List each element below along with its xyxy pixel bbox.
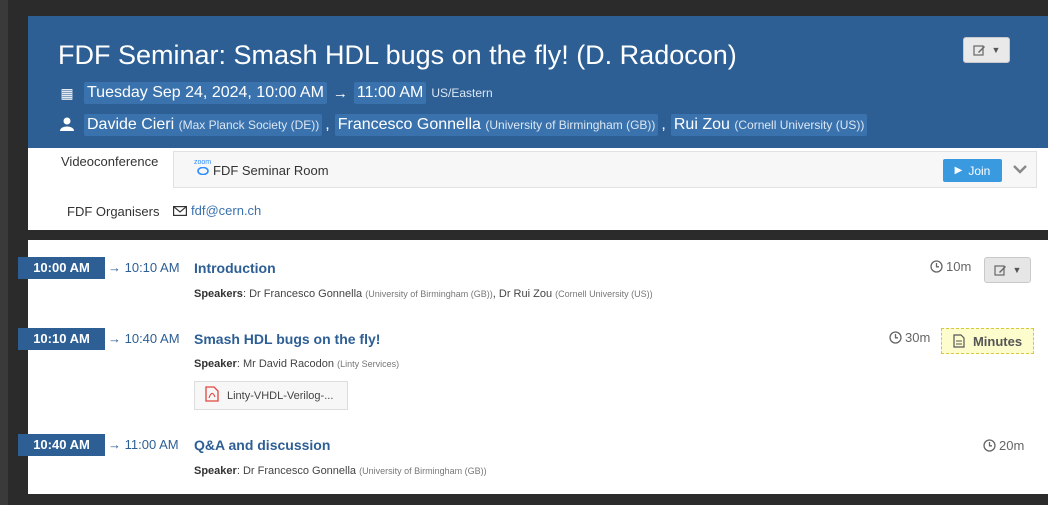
event-start: Tuesday Sep 24, 2024, 10:00 AM [84,82,327,104]
person-chip[interactable]: Rui Zou (Cornell University (US)) [670,114,868,136]
contribution-start-time: 10:40 AM [18,434,105,456]
speaker-affiliation: (Linty Services) [337,359,400,369]
person-affiliation: (Cornell University (US)) [734,118,865,132]
contribution-speakers: Speaker: Mr David Racodon (Linty Service… [194,358,400,370]
edit-icon [972,45,985,56]
timetable-row: 10:40 AM → 11:00 AM Q&A and discussion S… [18,434,1048,484]
attachment-file[interactable]: Linty-VHDL-Verilog-... [194,381,348,410]
edit-contribution-button[interactable]: ▼ [984,257,1031,283]
mail-icon [173,205,187,216]
contribution-speakers: Speakers: Dr Francesco Gonnella (Univers… [194,288,653,300]
speaker-name: Dr Francesco Gonnella [242,465,357,477]
organisers-email[interactable]: fdf@cern.ch [173,203,261,218]
minutes-label: Minutes [972,333,1023,349]
clock-icon [983,439,996,452]
chevron-down-icon[interactable] [1013,161,1027,177]
event-timezone: US/Eastern [431,86,493,100]
timetable-row: 10:00 AM → 10:10 AM Introduction Speaker… [18,257,1048,317]
contribution-start-time: 10:00 AM [18,257,105,279]
event-header: FDF Seminar: Smash HDL bugs on the fly! … [28,16,1048,148]
edit-event-button[interactable]: ▼ [963,37,1010,63]
event-date-line: ▦ Tuesday Sep 24, 2024, 10:00 AM → 11:00… [58,82,493,104]
contribution-speakers: Speaker: Dr Francesco Gonnella (Universi… [194,465,487,477]
clock-icon [930,260,943,273]
person-affiliation: (Max Planck Society (DE)) [178,118,320,132]
event-end: 11:00 AM [353,82,427,104]
event-title: FDF Seminar: Smash HDL bugs on the fly! … [58,40,737,70]
duration-text: 30m [905,330,931,345]
speaker-affiliation: (University of Birmingham (GB)) [365,289,493,299]
person-name: Davide Cieri [87,116,175,133]
minutes-button[interactable]: Minutes [941,328,1034,354]
person-name: Rui Zou [673,116,730,133]
document-icon [953,334,965,348]
speaker-affiliation: (Cornell University (US)) [555,289,653,299]
contribution-start-time: 10:10 AM [18,328,105,350]
join-button[interactable]: ▶ Join [943,159,1002,182]
contribution-end-time: → 11:00 AM [108,437,179,452]
duration-text: 10m [946,259,972,274]
speakers-label: Speaker [194,358,237,370]
event-info-panel: Videoconference zoom FDF Seminar Room ▶ … [28,148,1048,230]
contribution-title[interactable]: Introduction [194,257,276,279]
videoconference-box: zoom FDF Seminar Room ▶ Join [173,151,1037,188]
join-label: Join [968,163,991,178]
people-separator: , [325,116,330,133]
organisers-email-text: fdf@cern.ch [191,203,262,218]
contribution-duration: 30m [889,330,930,345]
contribution-duration: 10m [930,259,971,274]
contribution-end-time: → 10:40 AM [108,331,180,346]
clock-icon [889,331,902,344]
timetable: 10:00 AM → 10:10 AM Introduction Speaker… [18,240,1048,494]
zoom-icon: zoom [194,159,211,178]
calendar-icon: ▦ [60,84,74,101]
arrow-icon: → [332,84,348,102]
speaker-name: Dr Francesco Gonnella [249,288,363,300]
chevron-down-icon: ▼ [1012,265,1022,275]
speaker-name: Mr David Racodon [242,358,335,370]
duration-text: 20m [999,438,1025,453]
person-chip[interactable]: Francesco Gonnella (University of Birmin… [334,114,659,136]
chevron-down-icon: ▼ [991,45,1001,55]
pdf-icon [205,385,219,406]
speaker-name: Dr Rui Zou [498,288,553,300]
timetable-row: 10:10 AM → 10:40 AM Smash HDL bugs on th… [18,328,1048,420]
window-edge [0,0,8,505]
attachment-name: Linty-VHDL-Verilog-... [227,389,334,402]
person-icon [58,117,76,134]
videoconference-label: Videoconference [61,154,159,169]
contribution-title[interactable]: Smash HDL bugs on the fly! [194,328,380,350]
contribution-title[interactable]: Q&A and discussion [194,434,330,456]
person-affiliation: (University of Birmingham (GB)) [485,118,656,132]
person-chip[interactable]: Davide Cieri (Max Planck Society (DE)) [84,114,323,136]
people-separator: , [661,116,666,133]
edit-icon [993,265,1006,276]
speaker-affiliation: (University of Birmingham (GB)) [359,466,487,476]
zoom-logo-text: zoom [194,159,212,166]
contribution-duration: 20m [983,438,1024,453]
event-people: Davide Cieri (Max Planck Society (DE)) ,… [58,114,868,136]
room-name: FDF Seminar Room [213,163,329,178]
speakers-label: Speaker [194,465,237,477]
organisers-label: FDF Organisers [67,204,160,219]
person-name: Francesco Gonnella [337,116,481,133]
contribution-end-time: → 10:10 AM [108,260,180,275]
speakers-label: Speakers [194,288,243,300]
play-icon: ▶ [954,165,963,176]
